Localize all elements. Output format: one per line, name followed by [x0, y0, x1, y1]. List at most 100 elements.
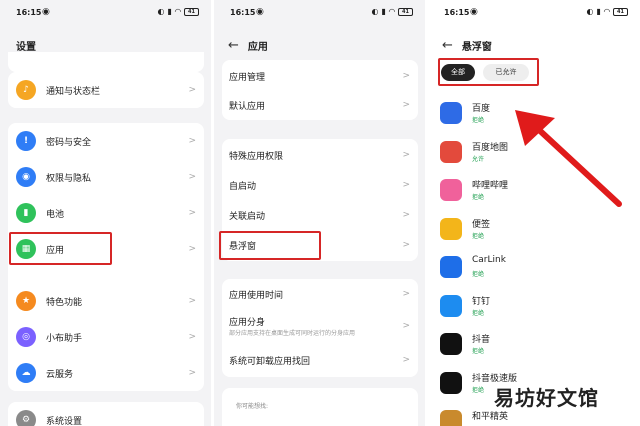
highlight-box-floating-window — [219, 231, 321, 260]
menu-item-label: 特殊应用权限 — [229, 151, 284, 162]
baidu-icon — [440, 102, 462, 124]
battery-icon: ▮ — [16, 203, 36, 223]
app-row[interactable]: 抖音 拒绝 — [440, 329, 630, 363]
menu-item-app-clone[interactable]: 应用分身 部分应用支持在桌面生成可同时运行的分身应用 > — [222, 309, 418, 343]
chevron-right-icon: > — [402, 71, 410, 81]
settings-item-privacy[interactable]: ◉ 权限与隐私 > — [8, 159, 204, 195]
menu-item-autostart[interactable]: 自启动 > — [222, 171, 418, 199]
chevron-right-icon: > — [402, 355, 410, 365]
status-icons: ◐ ▮ ◠ 41 — [157, 7, 199, 16]
settings-card-notify: ♪ 通知与状态栏 > — [8, 72, 204, 108]
status-icons: ◐ ▮ ◠ 41 — [371, 7, 413, 16]
weibo-icon: ◉ — [42, 7, 50, 17]
chevron-right-icon: > — [402, 210, 410, 220]
screens: 16:15 ◉ ◐ ▮ ◠ 41 设置 ♪ 通知与状态栏 > ! 密码与安全 > — [0, 0, 640, 426]
wifi-icon: ◠ — [603, 7, 610, 16]
menu-item-usage-time[interactable]: 应用使用时间 > — [222, 280, 418, 308]
page-title: 悬浮窗 — [461, 42, 492, 53]
app-status: 拒绝 — [472, 271, 485, 278]
settings-item-security[interactable]: ! 密码与安全 > — [8, 123, 204, 159]
settings-item-notify[interactable]: ♪ 通知与状态栏 > — [8, 72, 204, 108]
menu-item-special-permissions[interactable]: 特殊应用权限 > — [222, 141, 418, 169]
chevron-right-icon: > — [188, 244, 196, 254]
back-arrow-icon[interactable]: ← — [442, 39, 453, 52]
settings-item-label: 电池 — [46, 209, 65, 220]
app-status: 拒绝 — [472, 309, 485, 317]
signal-icon: ▮ — [381, 7, 386, 16]
settings-card-system: ⚙ 系统设置 — [8, 402, 204, 426]
suggestion-title: 你可能想找: — [236, 403, 269, 410]
settings-item-battery[interactable]: ▮ 电池 > — [8, 195, 204, 231]
settings-item-system[interactable]: ⚙ 系统设置 — [8, 402, 204, 426]
eye-icon: ◉ — [16, 167, 36, 187]
chevron-right-icon: > — [188, 332, 196, 342]
wifi-icon: ◠ — [174, 7, 181, 16]
bilibili-icon — [440, 179, 462, 201]
car-icon — [440, 256, 462, 278]
dnd-icon: ◐ — [371, 7, 379, 16]
notes-icon — [440, 217, 462, 240]
menu-item-label: 默认应用 — [229, 101, 266, 112]
assistant-icon: ◎ — [16, 327, 36, 347]
page-title: 应用 — [247, 42, 268, 53]
settings-item-assistant[interactable]: ◎ 小布助手 > — [8, 319, 204, 355]
menu-item-subtitle: 部分应用支持在桌面生成可同时运行的分身应用 — [229, 330, 356, 337]
star-icon: ★ — [16, 291, 36, 311]
battery-status-icon: 41 — [398, 7, 413, 16]
status-bar: 16:15 ◉ ◐ ▮ ◠ 41 — [428, 7, 640, 21]
settings-item-features[interactable]: ★ 特色功能 > — [8, 283, 204, 319]
settings-item-cloud[interactable]: ☁ 云服务 > — [8, 355, 204, 391]
settings-card-top — [8, 52, 204, 72]
weibo-icon: ◉ — [256, 7, 264, 17]
page-header: ← 悬浮窗 — [442, 38, 492, 53]
cloud-icon: ☁ — [16, 363, 36, 383]
apps-screen: 16:15 ◉ ◐ ▮ ◠ 41 ← 应用 应用管理 > 默认应用 > 特殊应用… — [214, 0, 425, 426]
menu-item-associated-start[interactable]: 关联启动 > — [222, 201, 418, 229]
settings-item-label: 系统设置 — [46, 416, 83, 426]
app-status: 拒绝 — [472, 386, 485, 394]
chevron-right-icon: > — [188, 136, 196, 146]
shield-icon: ! — [16, 131, 36, 151]
red-arrow-icon — [515, 110, 622, 207]
app-row[interactable]: 钉钉 拒绝 — [440, 291, 630, 325]
menu-item-default-apps[interactable]: 默认应用 > — [222, 91, 418, 119]
app-status: 允许 — [472, 155, 485, 163]
back-arrow-icon[interactable]: ← — [228, 39, 239, 52]
app-status: 拒绝 — [472, 348, 485, 355]
map-pin-icon — [440, 140, 462, 163]
page-header: ← 应用 — [228, 38, 268, 53]
chevron-right-icon: > — [402, 321, 410, 331]
chevron-right-icon: > — [402, 289, 410, 299]
settings-item-label: 密码与安全 — [46, 137, 92, 148]
menu-item-label: 自启动 — [229, 181, 257, 192]
app-status: 拒绝 — [472, 232, 485, 240]
apps-card-3: 应用使用时间 > 应用分身 部分应用支持在桌面生成可同时运行的分身应用 > 系统… — [222, 279, 418, 377]
weibo-icon: ◉ — [470, 7, 478, 17]
chevron-right-icon: > — [188, 85, 196, 95]
page-title: 设置 — [16, 42, 36, 53]
status-bar: 16:15 ◉ ◐ ▮ ◠ 41 — [214, 7, 425, 21]
chevron-right-icon: > — [188, 208, 196, 218]
chevron-right-icon: > — [402, 180, 410, 190]
suggestion-card: 你可能想找: — [222, 388, 418, 426]
menu-item-restore-system-apps[interactable]: 系统可卸载应用找回 > — [222, 346, 418, 374]
app-row[interactable]: 便签 拒绝 — [440, 214, 630, 248]
menu-item-app-management[interactable]: 应用管理 > — [222, 62, 418, 90]
douyin-lite-icon — [440, 371, 462, 394]
settings-item-label: 权限与隐私 — [46, 173, 92, 184]
wifi-icon: ◠ — [388, 7, 395, 16]
settings-screen: 16:15 ◉ ◐ ▮ ◠ 41 设置 ♪ 通知与状态栏 > ! 密码与安全 > — [0, 0, 211, 426]
app-name: CarLink — [472, 255, 506, 265]
settings-item-label: 云服务 — [46, 369, 74, 380]
menu-item-label: 应用分身 — [229, 318, 266, 328]
status-time: 16:15 — [444, 8, 470, 17]
status-icons: ◐ ▮ ◠ 41 — [586, 7, 628, 16]
gear-icon: ⚙ — [16, 410, 36, 426]
app-row[interactable]: CarLink 拒绝 — [440, 252, 630, 286]
settings-item-label: 通知与状态栏 — [46, 86, 101, 97]
douyin-icon — [440, 333, 462, 355]
settings-item-label: 特色功能 — [46, 297, 83, 308]
apps-card-1: 应用管理 > 默认应用 > — [222, 60, 418, 120]
chevron-right-icon: > — [402, 100, 410, 110]
app-name: 钉钉 — [472, 296, 491, 307]
